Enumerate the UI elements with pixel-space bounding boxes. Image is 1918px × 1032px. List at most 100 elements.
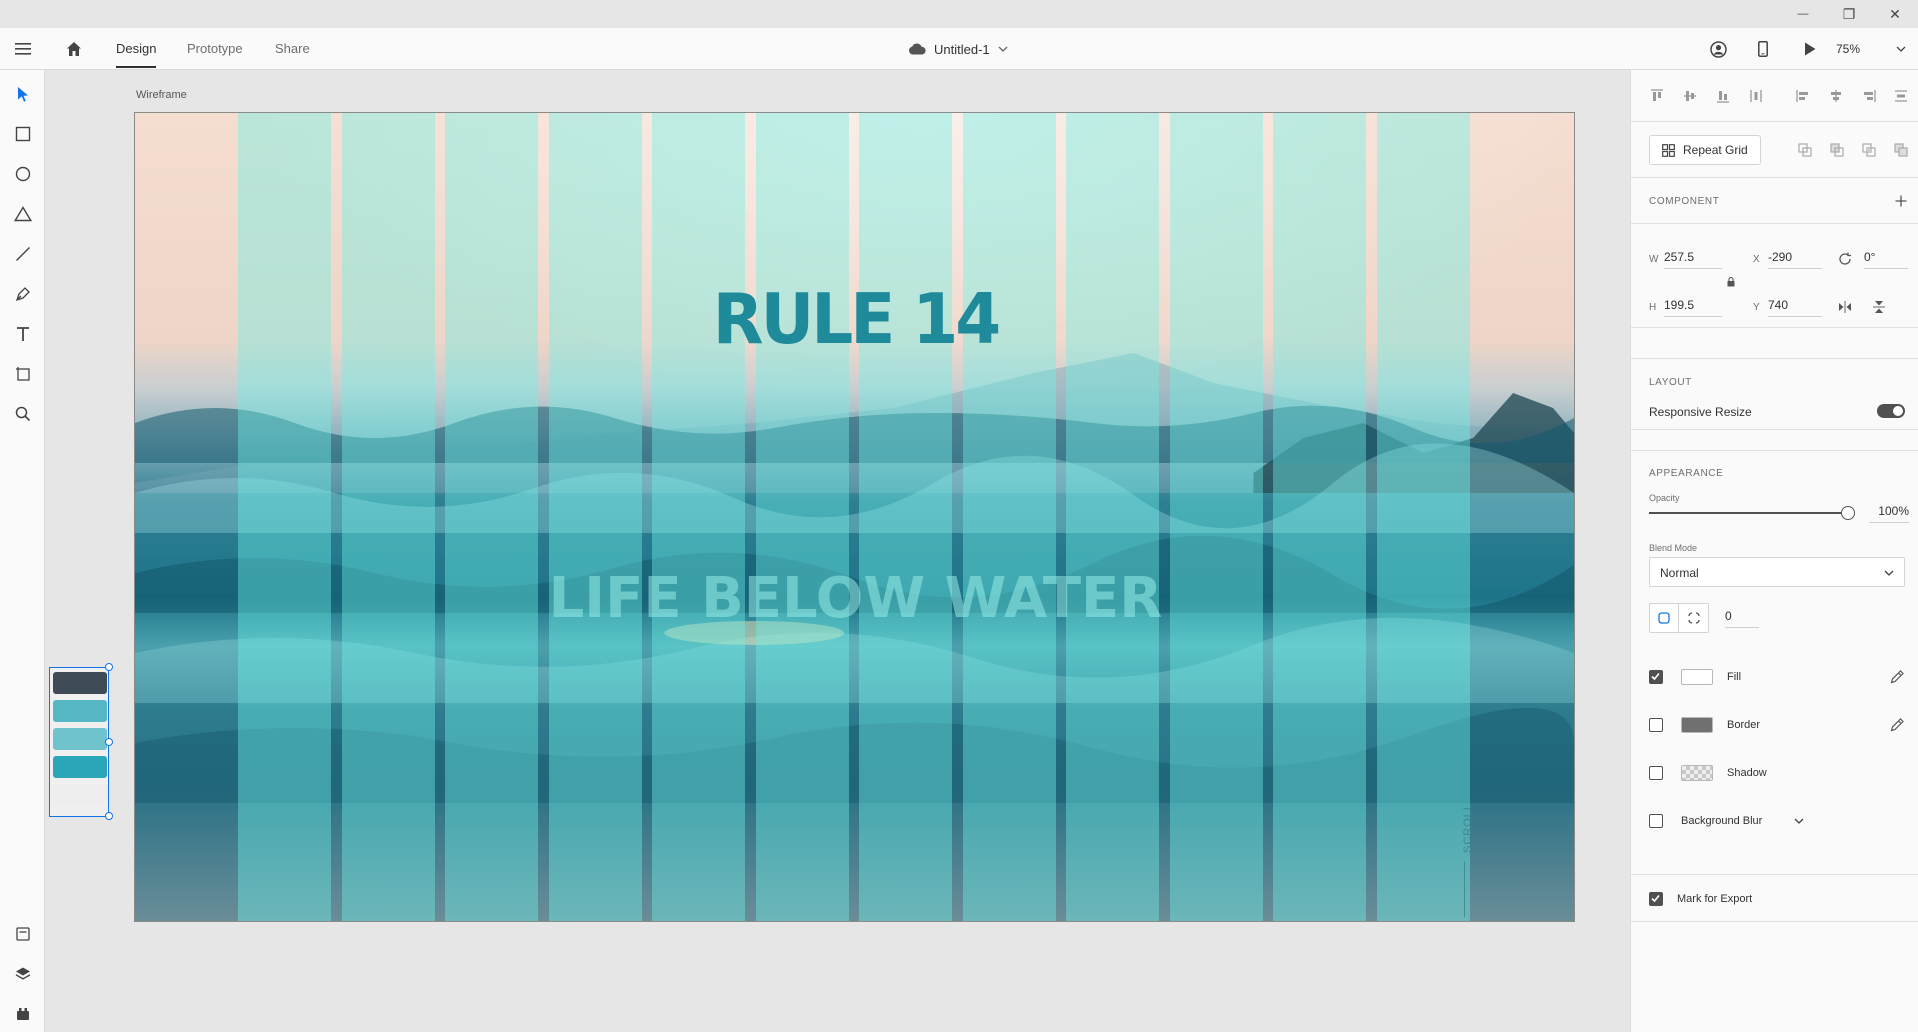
lock-aspect-button[interactable]	[1726, 276, 1736, 288]
zoom-level[interactable]: 75%	[1836, 28, 1860, 70]
flip-horizontal-button[interactable]	[1837, 299, 1853, 315]
align-center-button[interactable]	[1828, 88, 1844, 104]
layers-panel-button[interactable]	[0, 956, 45, 992]
design-canvas[interactable]: Wireframe RULE 14 LIFE BELOW WATER SCROL…	[46, 70, 1630, 1032]
tab-share[interactable]: Share	[275, 28, 310, 70]
rotate-button[interactable]	[1837, 251, 1853, 267]
align-left-button[interactable]	[1795, 88, 1811, 104]
polygon-tool[interactable]	[0, 196, 45, 232]
checkmark-icon	[1651, 672, 1660, 681]
home-button[interactable]	[60, 28, 88, 70]
hero-headline[interactable]: LIFE BELOW WATER	[135, 566, 1574, 631]
uniform-radius-button[interactable]	[1649, 603, 1679, 633]
opacity-label: Opacity	[1649, 493, 1680, 503]
artboard-icon	[15, 367, 30, 381]
resize-handle[interactable]	[105, 812, 113, 820]
repeat-grid-button[interactable]: Repeat Grid	[1649, 135, 1761, 165]
y-position-field[interactable]: 740	[1768, 295, 1822, 317]
scroll-indicator-label[interactable]: SCROLL	[1462, 803, 1474, 853]
fill-checkbox[interactable]	[1649, 670, 1663, 684]
y-label: Y	[1753, 302, 1761, 313]
component-section: COMPONENT	[1631, 178, 1918, 224]
assets-panel-button[interactable]	[0, 916, 45, 952]
align-center-icon	[1831, 90, 1841, 102]
border-checkbox[interactable]	[1649, 718, 1663, 732]
artboard-tool[interactable]	[0, 356, 45, 392]
artboard-name-label[interactable]: Wireframe	[136, 89, 187, 101]
boolean-union-icon	[1798, 143, 1812, 157]
height-field[interactable]: 199.5	[1664, 295, 1722, 317]
flip-vertical-button[interactable]	[1871, 299, 1887, 315]
zoom-dropdown-button[interactable]	[1890, 28, 1912, 70]
zoom-tool[interactable]	[0, 396, 45, 432]
line-tool[interactable]	[0, 236, 45, 272]
align-middle-button[interactable]	[1682, 88, 1698, 104]
boolean-subtract-button[interactable]	[1829, 142, 1845, 158]
selected-component[interactable]	[49, 663, 113, 820]
layout-grid-column	[238, 113, 331, 921]
hamburger-menu-button[interactable]	[10, 28, 36, 70]
restore-icon: ❐	[1842, 5, 1856, 22]
resize-handle[interactable]	[105, 738, 113, 746]
boolean-add-button[interactable]	[1797, 142, 1813, 158]
select-tool[interactable]	[0, 76, 45, 112]
fill-eyedropper-button[interactable]	[1889, 669, 1905, 685]
distribute-vertical-button[interactable]	[1893, 88, 1909, 104]
desktop-preview-button[interactable]	[1798, 28, 1822, 70]
opacity-field[interactable]: 100%	[1869, 501, 1909, 523]
window-title-bar: — ❐ ✕	[0, 0, 1918, 28]
width-field[interactable]: 257.5	[1664, 247, 1722, 269]
text-tool[interactable]	[0, 316, 45, 352]
border-color-swatch[interactable]	[1681, 717, 1713, 733]
plugins-panel-button[interactable]	[0, 996, 45, 1032]
border-eyedropper-button[interactable]	[1889, 717, 1905, 733]
opacity-slider-thumb[interactable]	[1841, 506, 1855, 520]
chevron-down-icon	[1794, 818, 1804, 824]
background-blur-checkbox[interactable]	[1649, 814, 1663, 828]
triangle-icon	[13, 206, 32, 222]
restore-button[interactable]: ❐	[1826, 0, 1872, 28]
mark-for-export-checkbox[interactable]	[1649, 892, 1663, 906]
x-position-field[interactable]: -290	[1768, 247, 1822, 269]
align-top-button[interactable]	[1649, 88, 1665, 104]
responsive-resize-toggle[interactable]	[1877, 404, 1905, 418]
opacity-slider-track[interactable]	[1649, 512, 1849, 514]
tab-design[interactable]: Design	[116, 28, 157, 70]
blend-mode-select[interactable]: Normal	[1649, 557, 1905, 587]
boolean-exclude-button[interactable]	[1893, 142, 1909, 158]
minimize-button[interactable]: —	[1780, 0, 1826, 28]
resize-handle[interactable]	[105, 663, 113, 671]
shadow-checkbox[interactable]	[1649, 766, 1663, 780]
rectangle-tool[interactable]	[0, 116, 45, 152]
align-middle-icon	[1684, 91, 1696, 101]
document-title-button[interactable]: Untitled-1	[908, 28, 1008, 70]
per-corner-radius-button[interactable]	[1679, 603, 1709, 633]
align-bottom-button[interactable]	[1715, 88, 1731, 104]
fill-color-swatch[interactable]	[1681, 669, 1713, 685]
pen-tool[interactable]	[0, 276, 45, 312]
distribute-horizontal-button[interactable]	[1748, 88, 1764, 104]
background-blur-dropdown-button[interactable]	[1791, 813, 1807, 829]
boolean-intersect-button[interactable]	[1861, 142, 1877, 158]
align-right-button[interactable]	[1861, 88, 1877, 104]
hero-logo-text[interactable]: RULE 14	[135, 279, 1574, 360]
user-account-button[interactable]	[1706, 28, 1730, 70]
tab-prototype[interactable]: Prototype	[187, 28, 243, 70]
layout-section: LAYOUT Responsive Resize	[1631, 358, 1918, 430]
shadow-color-swatch[interactable]	[1681, 765, 1713, 781]
property-inspector: Repeat Grid COMPONENT W 257.5 X -290 0° …	[1630, 70, 1918, 1032]
corner-radius-field[interactable]: 0	[1725, 606, 1759, 628]
scroll-indicator-line	[1464, 861, 1465, 917]
ellipse-icon	[15, 166, 30, 182]
component-item	[53, 756, 107, 778]
repeat-grid-label: Repeat Grid	[1683, 143, 1748, 157]
height-label: H	[1649, 302, 1657, 313]
close-window-button[interactable]: ✕	[1872, 0, 1918, 28]
ellipse-tool[interactable]	[0, 156, 45, 192]
rotation-field[interactable]: 0°	[1864, 247, 1908, 269]
device-preview-button[interactable]	[1752, 28, 1774, 70]
align-top-icon	[1651, 89, 1663, 101]
transform-section: W 257.5 X -290 0° H 199.5 Y 740	[1631, 224, 1918, 328]
add-component-button[interactable]	[1893, 193, 1909, 209]
artboard-wireframe[interactable]: RULE 14 LIFE BELOW WATER SCROLL	[134, 112, 1575, 922]
